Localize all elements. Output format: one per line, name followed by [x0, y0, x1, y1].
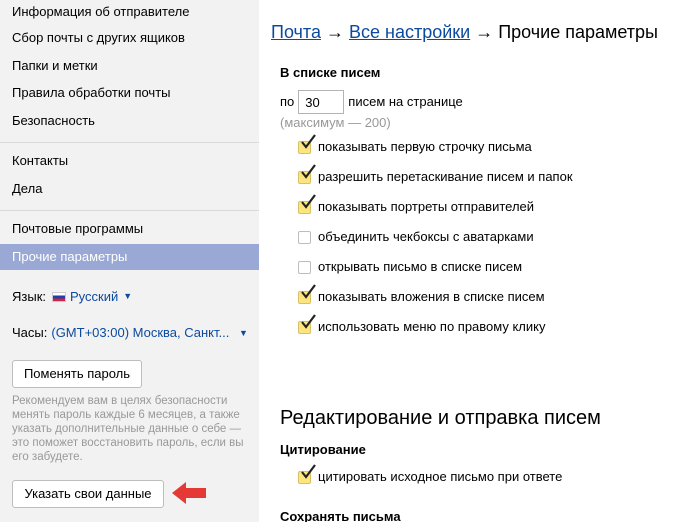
checkmark-icon: [301, 164, 316, 179]
language-value[interactable]: Русский: [70, 289, 118, 304]
sidebar-item-collect-mail[interactable]: Сбор почты с других ящиков: [0, 25, 259, 51]
checkmark-icon: [301, 284, 316, 299]
breadcrumb-arrow: →: [475, 22, 494, 42]
checkmark-icon: [301, 194, 316, 209]
checkbox[interactable]: [298, 231, 311, 244]
quoting-title: Цитирование: [280, 442, 366, 457]
breadcrumb-all-settings-link[interactable]: Все настройки: [349, 22, 470, 42]
option-label: использовать меню по правому клику: [318, 319, 546, 334]
per-page-suffix: писем на странице: [348, 94, 463, 109]
page-title: Прочие параметры: [498, 22, 658, 42]
sidebar-item-tasks[interactable]: Дела: [0, 176, 259, 202]
timezone-value[interactable]: (GMT+03:00) Москва, Санкт...: [51, 325, 229, 340]
sidebar-item-contacts[interactable]: Контакты: [0, 148, 259, 174]
specify-data-button[interactable]: Указать свои данные: [12, 480, 164, 508]
sidebar-divider: [0, 142, 259, 143]
save-letters-title: Сохранять письма: [280, 509, 401, 522]
sidebar-item-mail-rules[interactable]: Правила обработки почты: [0, 80, 259, 106]
chevron-down-icon[interactable]: ▼: [239, 323, 248, 343]
option-label: показывать портреты отправителей: [318, 199, 535, 214]
max-note: (максимум — 200): [280, 115, 391, 130]
clock-label: Часы:: [12, 325, 48, 340]
language-selector[interactable]: Язык: Русский ▼: [12, 286, 132, 307]
breadcrumb-arrow: →: [325, 22, 344, 42]
chevron-down-icon[interactable]: ▼: [123, 291, 132, 301]
section-title-editing: Редактирование и отправка писем: [280, 407, 601, 429]
sidebar-divider: [0, 210, 259, 211]
section-title-list: В списке писем: [280, 65, 381, 80]
checkmark-icon: [301, 314, 316, 329]
option-label: открывать письмо в списке писем: [318, 259, 523, 274]
red-arrow-icon: [172, 482, 206, 504]
sidebar-item-folders-labels[interactable]: Папки и метки: [0, 53, 259, 79]
breadcrumb-mail-link[interactable]: Почта: [271, 22, 321, 42]
sidebar-item-mail-programs[interactable]: Почтовые программы: [0, 216, 259, 242]
sidebar-item-sender-info[interactable]: Информация об отправителе: [0, 0, 259, 25]
checkmark-icon: [301, 464, 316, 479]
security-recommendation: Рекомендуем вам в целях безопасности мен…: [12, 395, 244, 463]
option-label: показывать вложения в списке писем: [318, 289, 545, 304]
language-label: Язык:: [12, 289, 46, 304]
per-page-prefix: по: [280, 94, 295, 109]
breadcrumb: Почта → Все настройки → Прочие параметры: [271, 20, 658, 44]
russian-flag-icon: [52, 292, 66, 302]
per-page-row: по писем на странице: [280, 90, 463, 114]
settings-sidebar: Информация об отправителе Сбор почты с д…: [0, 0, 259, 522]
change-password-button[interactable]: Поменять пароль: [12, 360, 142, 388]
checkmark-icon: [301, 134, 316, 149]
checkbox[interactable]: [298, 261, 311, 274]
sidebar-item-security[interactable]: Безопасность: [0, 108, 259, 134]
option-label: цитировать исходное письмо при ответе: [318, 469, 563, 484]
per-page-input[interactable]: [298, 90, 345, 114]
option-label: показывать первую строчку письма: [318, 139, 532, 154]
timezone-selector[interactable]: Часы: (GMT+03:00) Москва, Санкт... ▼: [12, 323, 252, 343]
option-label: разрешить перетаскивание писем и папок: [318, 169, 573, 184]
sidebar-item-other-settings[interactable]: Прочие параметры: [0, 244, 259, 270]
option-label: объединить чекбоксы с аватарками: [318, 229, 534, 244]
